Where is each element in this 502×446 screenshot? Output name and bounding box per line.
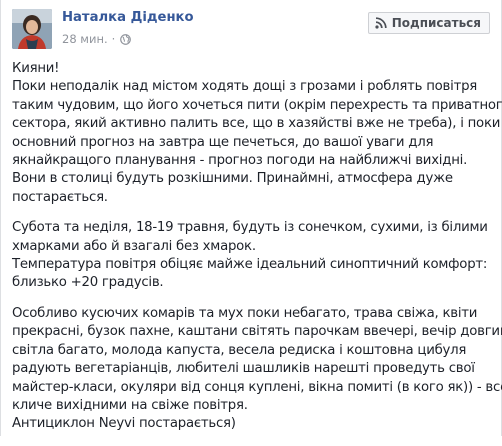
text-line: Антициклон Neyvi постарається) (12, 416, 236, 432)
text-line: якнайкращого планування - прогноз погоди… (12, 153, 468, 169)
post-meta: 28 мин. · (62, 32, 132, 46)
text-line: майстер-класи, окуляри від сонця куплені… (12, 379, 502, 395)
avatar[interactable] (12, 9, 52, 49)
text-line: Особливо кусючих комарів та мух поки неб… (12, 305, 478, 321)
text-line: світла багато, молода капуста, весела ре… (12, 342, 467, 358)
avatar-image (12, 9, 52, 49)
author-name[interactable]: Наталка Діденко (62, 10, 194, 25)
post-time[interactable]: 28 мин. (62, 32, 108, 46)
paragraph: Особливо кусючих комарів та мух поки неб… (12, 305, 502, 434)
text-line: Субота та неділя, 18-19 травня, будуть і… (12, 220, 488, 236)
text-line: Температура повітря обіцяє майже ідеальн… (12, 257, 488, 273)
meta-separator: · (111, 32, 116, 46)
text-line: таким чудовим, що його хочеться пити (ок… (12, 97, 502, 113)
text-line: сектора, який активно палить все, що в х… (12, 116, 501, 132)
subscribe-button[interactable]: Подписаться (367, 12, 490, 34)
rss-icon (375, 17, 387, 29)
text-line: хмарками або й взагалі без хмарок. (12, 238, 256, 254)
text-line: постарається. (12, 189, 108, 205)
text-line: кличе вихідними на свіже повітря. (12, 397, 248, 413)
post-text: Кияни! Поки неподалік над містом ходять … (12, 60, 502, 446)
post-card: Наталка Діденко 28 мин. · Подписаться Ки… (0, 0, 502, 436)
globe-icon[interactable] (120, 33, 132, 45)
text-line: радують вегетаріанців, любителі шашликів… (12, 361, 475, 377)
text-line: близько +20 градусів. (12, 275, 164, 291)
post-header: Наталка Діденко 28 мин. · Подписаться (12, 9, 492, 53)
paragraph: Субота та неділя, 18-19 травня, будуть і… (12, 219, 494, 293)
text-line: основний прогноз на завтра ще печеться, … (12, 134, 434, 150)
text-line: Кияни! (12, 61, 60, 76)
text-line: Вони в столиці будуть розкішними. Принай… (12, 171, 453, 187)
text-line: прекрасні, бузок пахне, каштани світять … (12, 324, 502, 340)
text-line: Поки неподалік над містом ходять дощі з … (12, 79, 478, 95)
paragraph: Кияни! Поки неподалік над містом ходять … (12, 60, 502, 207)
subscribe-label: Подписаться (391, 16, 481, 30)
